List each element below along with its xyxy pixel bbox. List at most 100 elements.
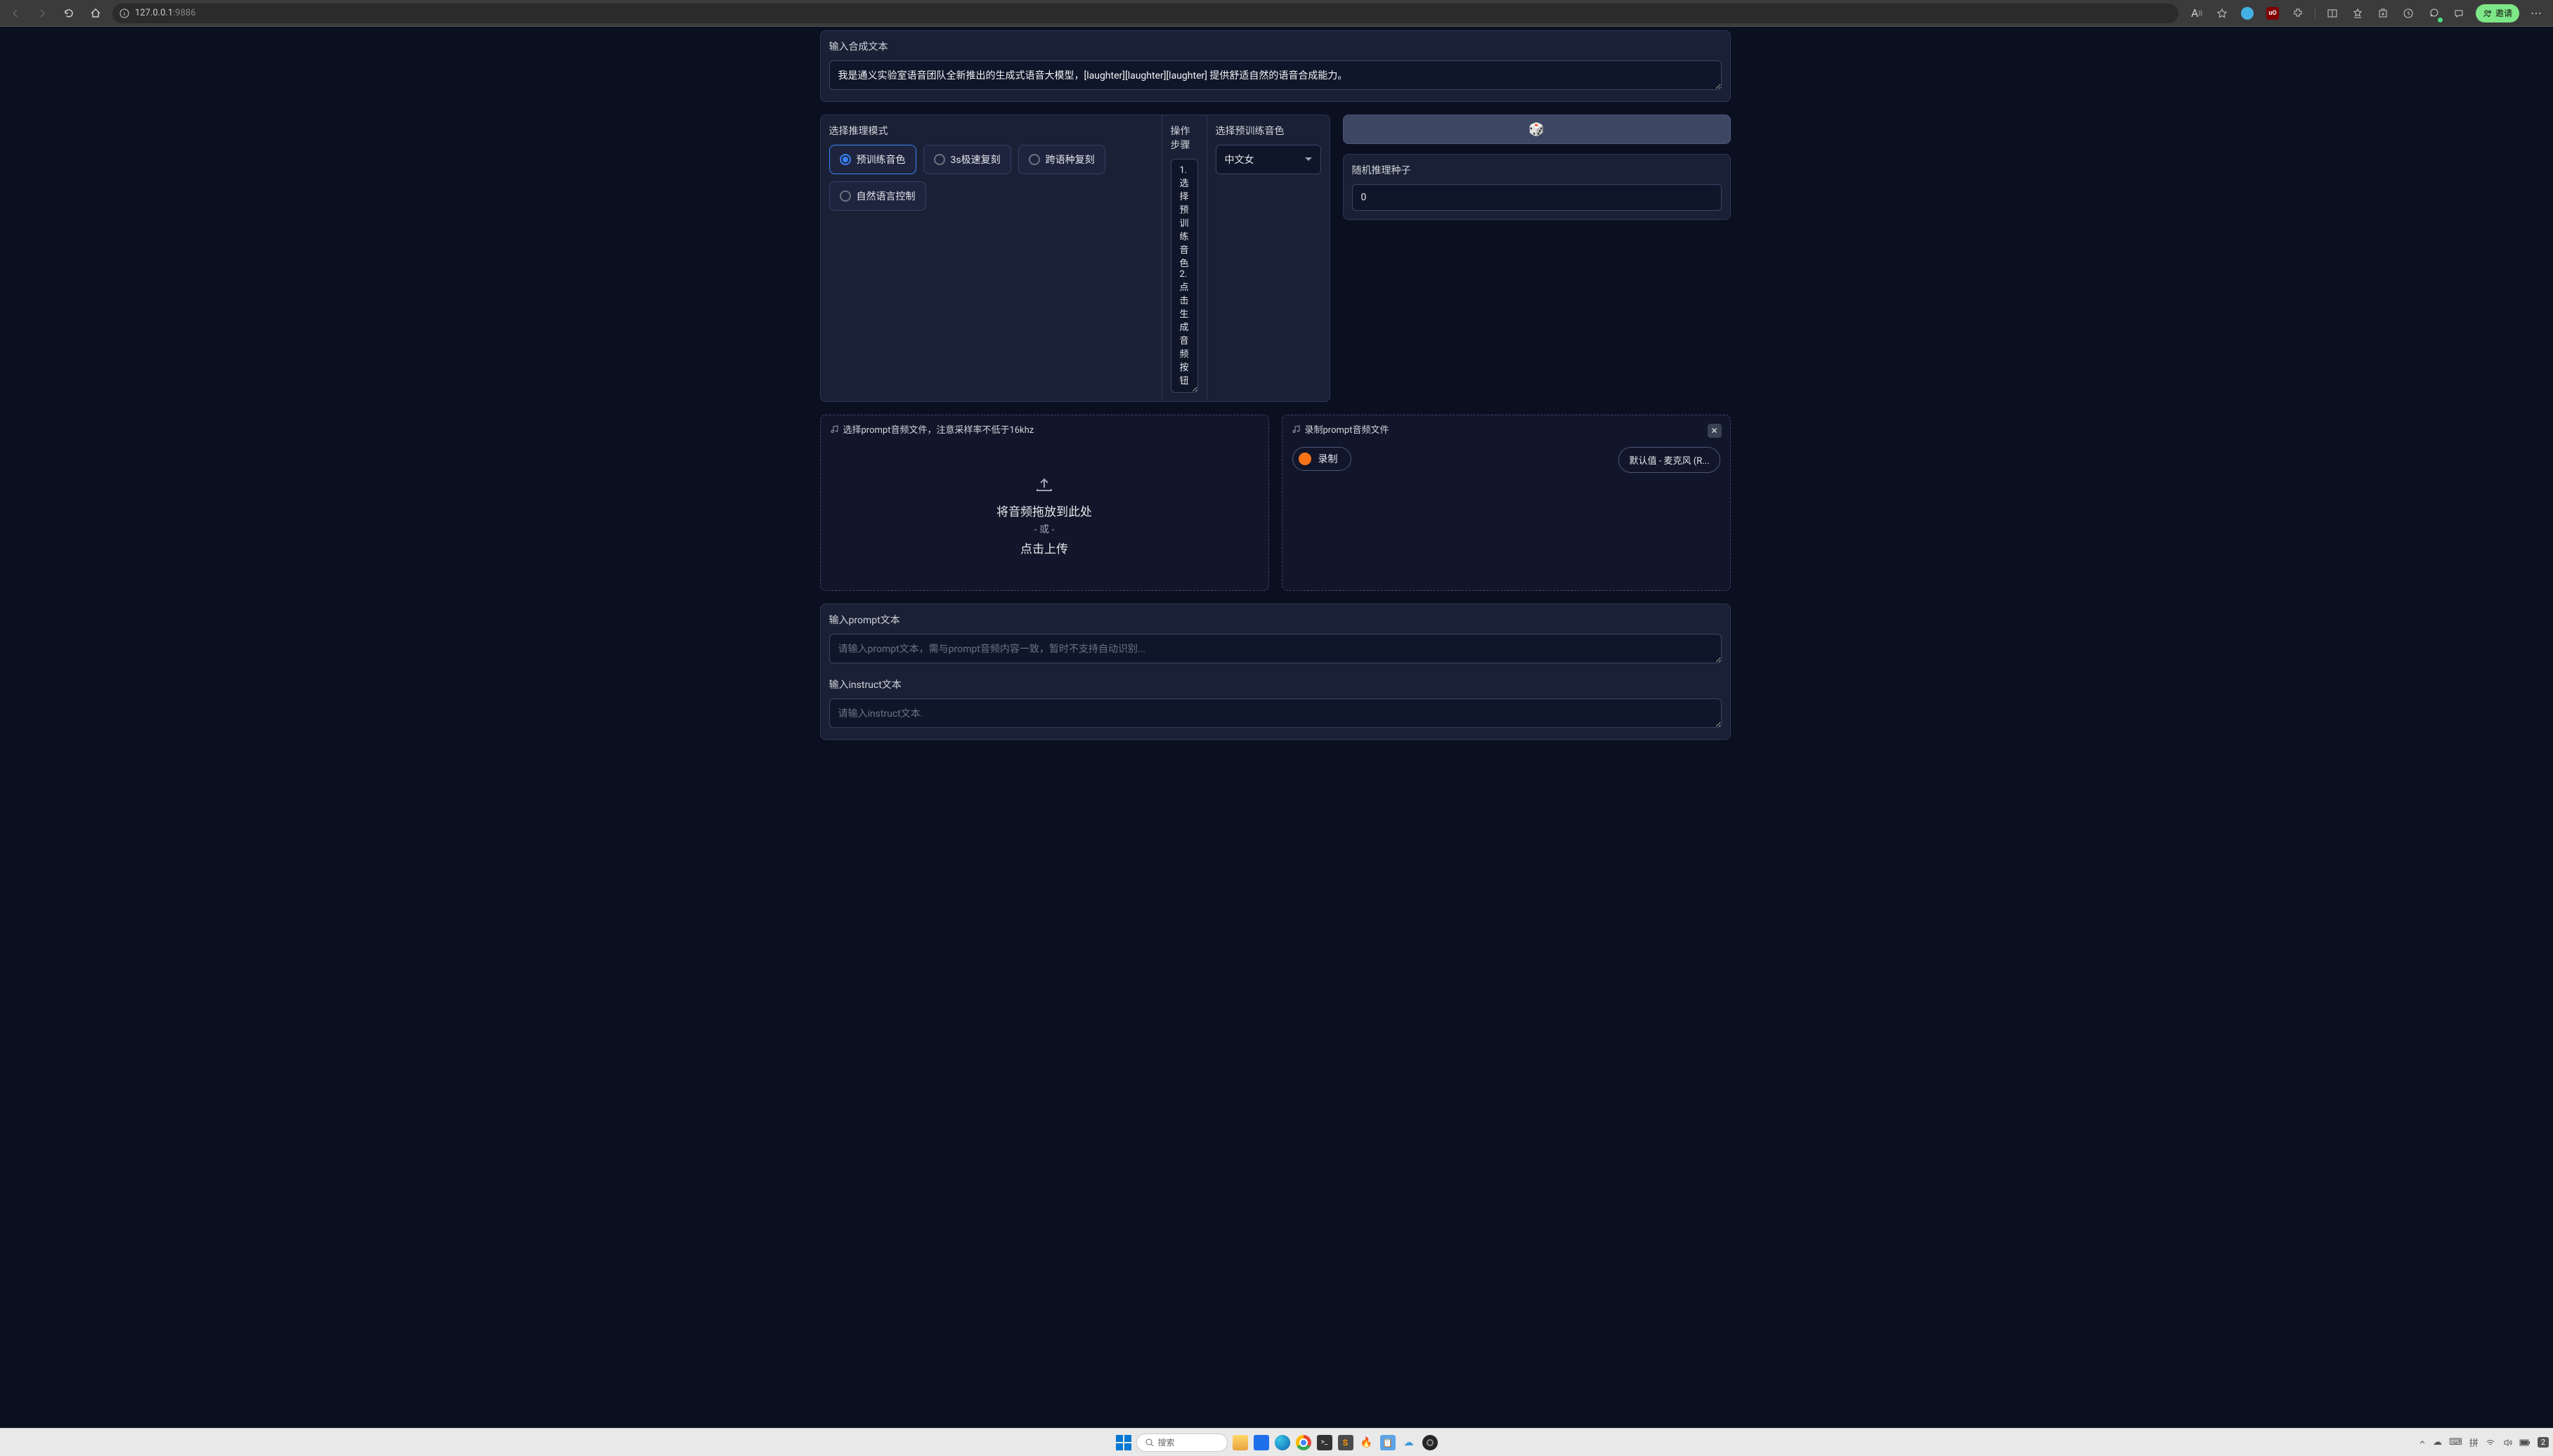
- prompt-text-label: 输入prompt文本: [829, 613, 1722, 627]
- upload-prompt-card[interactable]: 选择prompt音频文件，注意采样率不低于16khz 将音频拖放到此处 - 或 …: [820, 415, 1269, 591]
- mode-option-crosslingual[interactable]: 跨语种复刻: [1018, 145, 1105, 174]
- taskbar-app-sublime[interactable]: S: [1337, 1434, 1354, 1451]
- bing-icon[interactable]: [2239, 5, 2256, 22]
- taskbar-app-obs[interactable]: [1422, 1434, 1438, 1451]
- extensions-icon[interactable]: [2289, 5, 2306, 22]
- split-screen-icon[interactable]: [2324, 5, 2341, 22]
- tray-chevron-icon[interactable]: [2419, 1439, 2426, 1446]
- taskbar-app-terminal[interactable]: >_: [1316, 1434, 1333, 1451]
- seed-input[interactable]: [1352, 184, 1722, 211]
- history-icon[interactable]: [2400, 5, 2417, 22]
- mode-label: 自然语言控制: [857, 189, 916, 203]
- chat-icon[interactable]: [2450, 5, 2467, 22]
- inference-mode-col: 选择推理模式 预训练音色 3s极速复刻 跨语种复刻: [821, 115, 1162, 401]
- taskbar-app-flame[interactable]: 🔥: [1358, 1434, 1375, 1451]
- record-dot-icon: [1299, 453, 1311, 465]
- inference-config-card: 选择推理模式 预训练音色 3s极速复刻 跨语种复刻: [820, 115, 1330, 402]
- browser-toolbar: 127.0.0.1:9886 A)) uO: [0, 0, 2553, 27]
- instruct-text-label: 输入instruct文本: [829, 677, 1722, 691]
- notification-count[interactable]: 2: [2538, 1437, 2549, 1448]
- step-line-1: 1. 选择预训练音色: [1180, 165, 1189, 269]
- seed-card: 随机推理种子: [1343, 154, 1731, 220]
- record-button-label: 录制: [1318, 452, 1338, 466]
- tray-cloud-icon[interactable]: ☁: [2433, 1437, 2442, 1448]
- mic-select-label: 默认值 - 麦克风 (R...: [1629, 456, 1709, 467]
- tray-volume-icon[interactable]: [2502, 1438, 2512, 1448]
- upload-click-text: 点击上传: [1020, 539, 1068, 557]
- radio-icon: [840, 190, 851, 202]
- music-icon: [1292, 425, 1301, 434]
- downloads-icon[interactable]: [2425, 5, 2442, 22]
- taskbar-app-explorer[interactable]: [1232, 1434, 1249, 1451]
- ublock-icon[interactable]: uO: [2264, 5, 2281, 22]
- invite-label: 邀请: [2495, 7, 2512, 19]
- prompt-text-field[interactable]: [829, 634, 1722, 663]
- tray-keyboard-icon[interactable]: ⌨: [2449, 1437, 2462, 1448]
- close-record-button[interactable]: ✕: [1708, 424, 1722, 438]
- taskbar-app-cloud[interactable]: ☁: [1401, 1434, 1417, 1451]
- mode-option-3s-clone[interactable]: 3s极速复刻: [923, 145, 1011, 174]
- voice-col: 选择预训练音色 中文女: [1207, 115, 1330, 401]
- upload-or-text: - 或 -: [1034, 522, 1055, 536]
- input-text-card: 输入合成文本: [820, 30, 1731, 102]
- record-header-text: 录制prompt音频文件: [1305, 422, 1389, 436]
- voice-select-value: 中文女: [1225, 155, 1254, 166]
- input-text-field[interactable]: [829, 60, 1722, 90]
- forward-button: [32, 4, 52, 23]
- app-viewport: 输入合成文本 选择推理模式 预训练音色 3s极速复刻: [0, 27, 2553, 1428]
- step-line-2: 2.点击生成音频按钮: [1180, 269, 1189, 386]
- collections-icon[interactable]: [2375, 5, 2391, 22]
- start-button[interactable]: [1115, 1434, 1132, 1451]
- inference-mode-label: 选择推理模式: [829, 124, 1153, 138]
- windows-taskbar: 搜索 >_ S 🔥 📋 ☁ ☁ ⌨ 拼 2: [0, 1428, 2553, 1456]
- radio-icon: [934, 154, 945, 165]
- upload-dropzone[interactable]: 将音频拖放到此处 - 或 - 点击上传: [821, 443, 1268, 590]
- record-button[interactable]: 录制: [1292, 447, 1351, 471]
- steps-col: 操作步骤 1. 选择预训练音色 2.点击生成音频按钮: [1162, 115, 1207, 401]
- radio-icon: [1029, 154, 1040, 165]
- people-icon: [2483, 8, 2493, 18]
- tray-wifi-icon[interactable]: [2486, 1438, 2495, 1448]
- upload-header-text: 选择prompt音频文件，注意采样率不低于16khz: [843, 422, 1034, 436]
- taskbar-search[interactable]: 搜索: [1136, 1434, 1228, 1452]
- inference-mode-group: 预训练音色 3s极速复刻 跨语种复刻 自然语言控制: [829, 145, 1153, 211]
- randomize-seed-button[interactable]: 🎲: [1343, 115, 1731, 144]
- taskbar-app-edge[interactable]: [1274, 1434, 1291, 1451]
- seed-col: 🎲 随机推理种子: [1330, 115, 1731, 402]
- favorites-bar-icon[interactable]: [2349, 5, 2366, 22]
- voice-select[interactable]: 中文女: [1216, 145, 1321, 174]
- url-bar[interactable]: 127.0.0.1:9886: [112, 4, 2178, 23]
- refresh-button[interactable]: [59, 4, 79, 23]
- prompt-instruct-card: 输入prompt文本 输入instruct文本: [820, 604, 1731, 740]
- record-prompt-card: 录制prompt音频文件 ✕ 录制 默认值 - 麦克风 (R...: [1282, 415, 1731, 591]
- tray-lang-icon[interactable]: 拼: [2469, 1436, 2479, 1449]
- more-icon[interactable]: ⋯: [2528, 5, 2545, 22]
- seed-label: 随机推理种子: [1352, 163, 1722, 177]
- url-host: 127.0.0.1: [135, 8, 173, 18]
- search-icon: [1145, 1438, 1154, 1447]
- radio-icon: [840, 154, 851, 165]
- instruct-text-field[interactable]: [829, 698, 1722, 728]
- tray-battery-icon[interactable]: [2519, 1439, 2531, 1446]
- read-aloud-icon[interactable]: A)): [2188, 5, 2205, 22]
- music-icon: [831, 425, 839, 434]
- mode-label: 预训练音色: [857, 152, 906, 167]
- taskbar-app-chrome[interactable]: [1295, 1434, 1312, 1451]
- input-text-label: 输入合成文本: [829, 39, 1722, 53]
- taskbar-app-vscode[interactable]: [1253, 1434, 1270, 1451]
- mode-option-pretrained[interactable]: 预训练音色: [829, 145, 916, 174]
- dice-icon: 🎲: [1528, 122, 1544, 137]
- upload-icon: [1034, 476, 1054, 493]
- steps-label: 操作步骤: [1171, 124, 1198, 152]
- invite-button[interactable]: 邀请: [2476, 4, 2519, 22]
- favorite-icon[interactable]: [2214, 5, 2230, 22]
- home-button[interactable]: [86, 4, 105, 23]
- browser-actions: A)) uO 邀请 ⋯: [2185, 4, 2547, 22]
- taskbar-app-notepad[interactable]: 📋: [1379, 1434, 1396, 1451]
- steps-box[interactable]: 1. 选择预训练音色 2.点击生成音频按钮: [1171, 159, 1198, 393]
- mode-label: 3s极速复刻: [951, 152, 1001, 167]
- voice-select-label: 选择预训练音色: [1216, 124, 1321, 138]
- mode-option-nl-control[interactable]: 自然语言控制: [829, 181, 926, 211]
- mic-select[interactable]: 默认值 - 麦克风 (R...: [1618, 447, 1720, 473]
- taskbar-search-placeholder: 搜索: [1158, 1436, 1175, 1448]
